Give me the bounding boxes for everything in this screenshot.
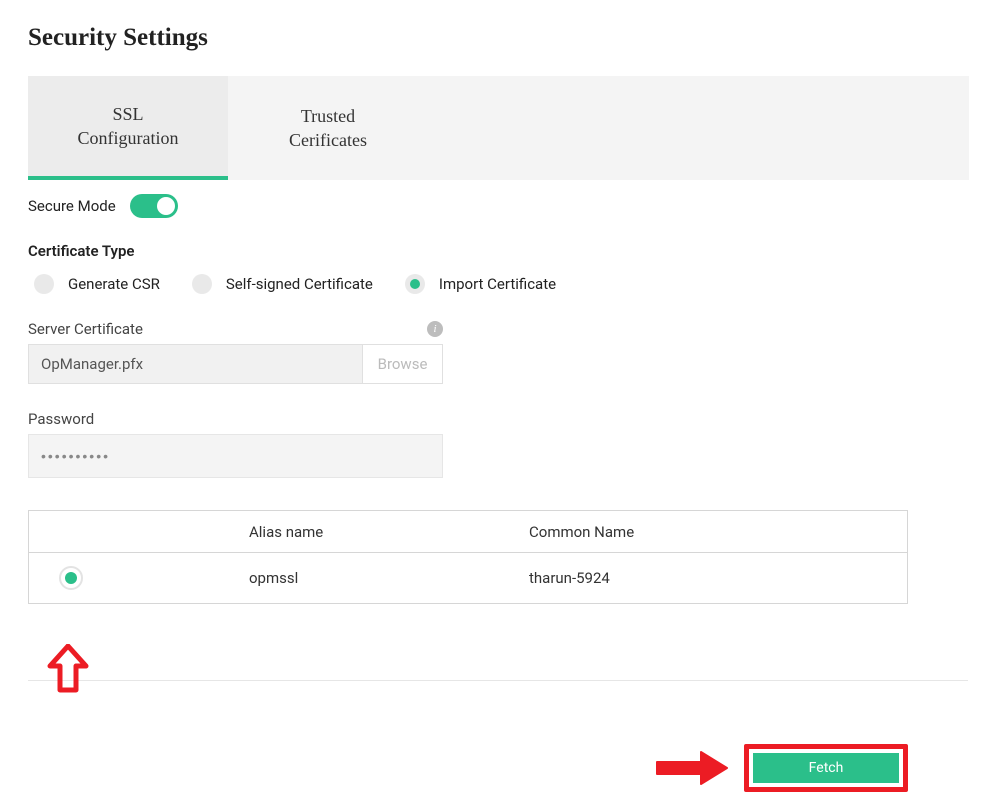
info-icon: i	[427, 321, 443, 337]
server-certificate-label-row: Server Certificate i	[28, 320, 443, 338]
annotation-arrow-up-icon	[46, 644, 90, 694]
toggle-knob	[157, 197, 175, 215]
row-select-radio[interactable]	[59, 566, 83, 590]
table-header-alias: Alias name	[249, 523, 529, 541]
table-header: Alias name Common Name	[29, 511, 907, 553]
radio-self-signed[interactable]	[192, 274, 212, 294]
browse-button[interactable]: Browse	[362, 345, 442, 383]
radio-label-self-signed: Self-signed Certificate	[226, 275, 373, 293]
tab-ssl-configuration[interactable]: SSL Configuration	[28, 76, 228, 180]
certificate-type-label: Certificate Type	[28, 242, 969, 260]
radio-import-certificate[interactable]	[405, 274, 425, 294]
secure-mode-toggle[interactable]	[130, 194, 178, 218]
tab-trusted-certificates[interactable]: Trusted Cerificates	[228, 76, 428, 180]
password-input[interactable]	[28, 434, 443, 478]
table-row: opmssl tharun-5924	[29, 553, 907, 603]
server-certificate-label: Server Certificate	[28, 320, 143, 338]
page-title: Security Settings	[28, 24, 969, 52]
annotation-arrow-right-icon	[653, 750, 731, 786]
row-common-name: tharun-5924	[529, 569, 889, 587]
radio-label-generate-csr: Generate CSR	[68, 275, 160, 293]
fetch-button[interactable]: Fetch	[753, 753, 899, 783]
radio-generate-csr[interactable]	[34, 274, 54, 294]
row-alias: opmssl	[249, 569, 529, 587]
password-label: Password	[28, 410, 443, 428]
tabs-bar: SSL Configuration Trusted Cerificates	[28, 76, 969, 180]
radio-label-import-certificate: Import Certificate	[439, 275, 556, 293]
fetch-button-annotation-box: Fetch	[744, 744, 908, 792]
certificate-type-options: Generate CSR Self-signed Certificate Imp…	[28, 274, 969, 294]
secure-mode-label: Secure Mode	[28, 197, 116, 215]
secure-mode-row: Secure Mode	[28, 194, 969, 218]
server-certificate-file-input[interactable]: OpManager.pfx Browse	[28, 344, 443, 384]
server-certificate-filename: OpManager.pfx	[29, 345, 362, 383]
table-header-common-name: Common Name	[529, 523, 889, 541]
certificate-table: Alias name Common Name opmssl tharun-592…	[28, 510, 908, 604]
divider	[28, 680, 968, 681]
